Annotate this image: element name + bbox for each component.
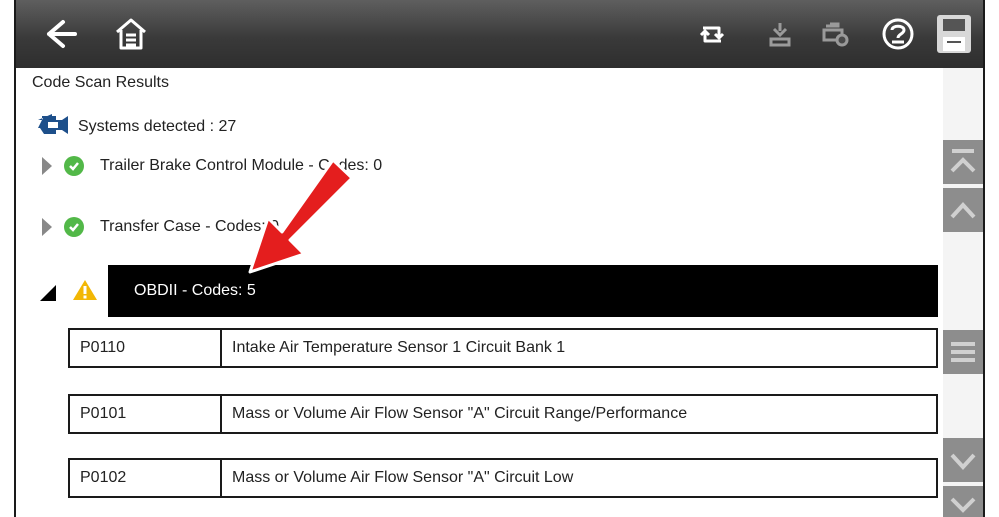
table-row[interactable]: P0101 Mass or Volume Air Flow Sensor "A"… — [68, 394, 938, 434]
clear-codes-icon[interactable] — [692, 6, 732, 62]
scroll-bottom-button[interactable] — [943, 486, 983, 517]
back-arrow-icon[interactable] — [36, 6, 82, 62]
help-icon[interactable] — [878, 6, 918, 62]
codes-table: P0101 Mass or Volume Air Flow Sensor "A"… — [68, 394, 938, 434]
scroll-down-button[interactable] — [943, 438, 983, 482]
system-row-transfer-case[interactable]: Transfer Case - Codes: 0 — [36, 207, 279, 247]
home-icon[interactable] — [108, 6, 154, 62]
dtc-description: Mass or Volume Air Flow Sensor "A" Circu… — [220, 394, 938, 434]
system-label: OBDII - Codes: 5 — [134, 282, 256, 299]
dtc-code: P0110 — [68, 328, 222, 368]
chevron-down-icon — [950, 453, 976, 470]
engine-search-icon[interactable] — [816, 6, 856, 62]
vehicle-icon[interactable] — [760, 6, 800, 62]
collapse-arrow-icon[interactable] — [40, 285, 56, 301]
engine-icon — [36, 112, 72, 141]
chevron-up-icon — [950, 202, 976, 219]
system-row-trailer-brake[interactable]: Trailer Brake Control Module - Codes: 0 — [36, 146, 382, 186]
codes-table: P0110 Intake Air Temperature Sensor 1 Ci… — [68, 328, 938, 368]
systems-detected-label: Systems detected : 27 — [78, 117, 237, 135]
dtc-description: Mass or Volume Air Flow Sensor "A" Circu… — [220, 458, 938, 498]
page-title: Code Scan Results — [32, 74, 169, 91]
expand-arrow-icon[interactable] — [42, 157, 52, 175]
dtc-code: P0102 — [68, 458, 222, 498]
codes-table: P0102 Mass or Volume Air Flow Sensor "A"… — [68, 458, 938, 498]
systems-detected: Systems detected : 27 — [36, 112, 236, 141]
double-down-icon — [950, 497, 976, 517]
scroll-thumb[interactable] — [943, 330, 983, 374]
content-area: Code Scan Results Systems detected : 27 … — [16, 68, 983, 517]
grip-icon — [951, 342, 975, 362]
ok-check-icon — [64, 156, 84, 176]
system-row-obdii[interactable]: OBDII - Codes: 5 — [36, 265, 938, 317]
scroll-up-button[interactable] — [943, 188, 983, 232]
table-row[interactable]: P0110 Intake Air Temperature Sensor 1 Ci… — [68, 328, 938, 368]
double-up-icon — [950, 149, 976, 173]
selected-system-bar[interactable]: OBDII - Codes: 5 — [108, 265, 938, 317]
warning-icon — [72, 279, 98, 306]
scrollbar[interactable] — [943, 68, 983, 517]
app-window: Code Scan Results Systems detected : 27 … — [14, 0, 985, 517]
save-icon[interactable] — [934, 6, 974, 62]
ok-check-icon — [64, 217, 84, 237]
table-row[interactable]: P0102 Mass or Volume Air Flow Sensor "A"… — [68, 458, 938, 498]
system-label: Transfer Case - Codes: 0 — [100, 218, 280, 235]
expand-arrow-icon[interactable] — [42, 218, 52, 236]
system-label: Trailer Brake Control Module - Codes: 0 — [100, 157, 383, 174]
toolbar — [16, 0, 983, 68]
scroll-top-button[interactable] — [943, 140, 983, 184]
dtc-description: Intake Air Temperature Sensor 1 Circuit … — [220, 328, 938, 368]
dtc-code: P0101 — [68, 394, 222, 434]
